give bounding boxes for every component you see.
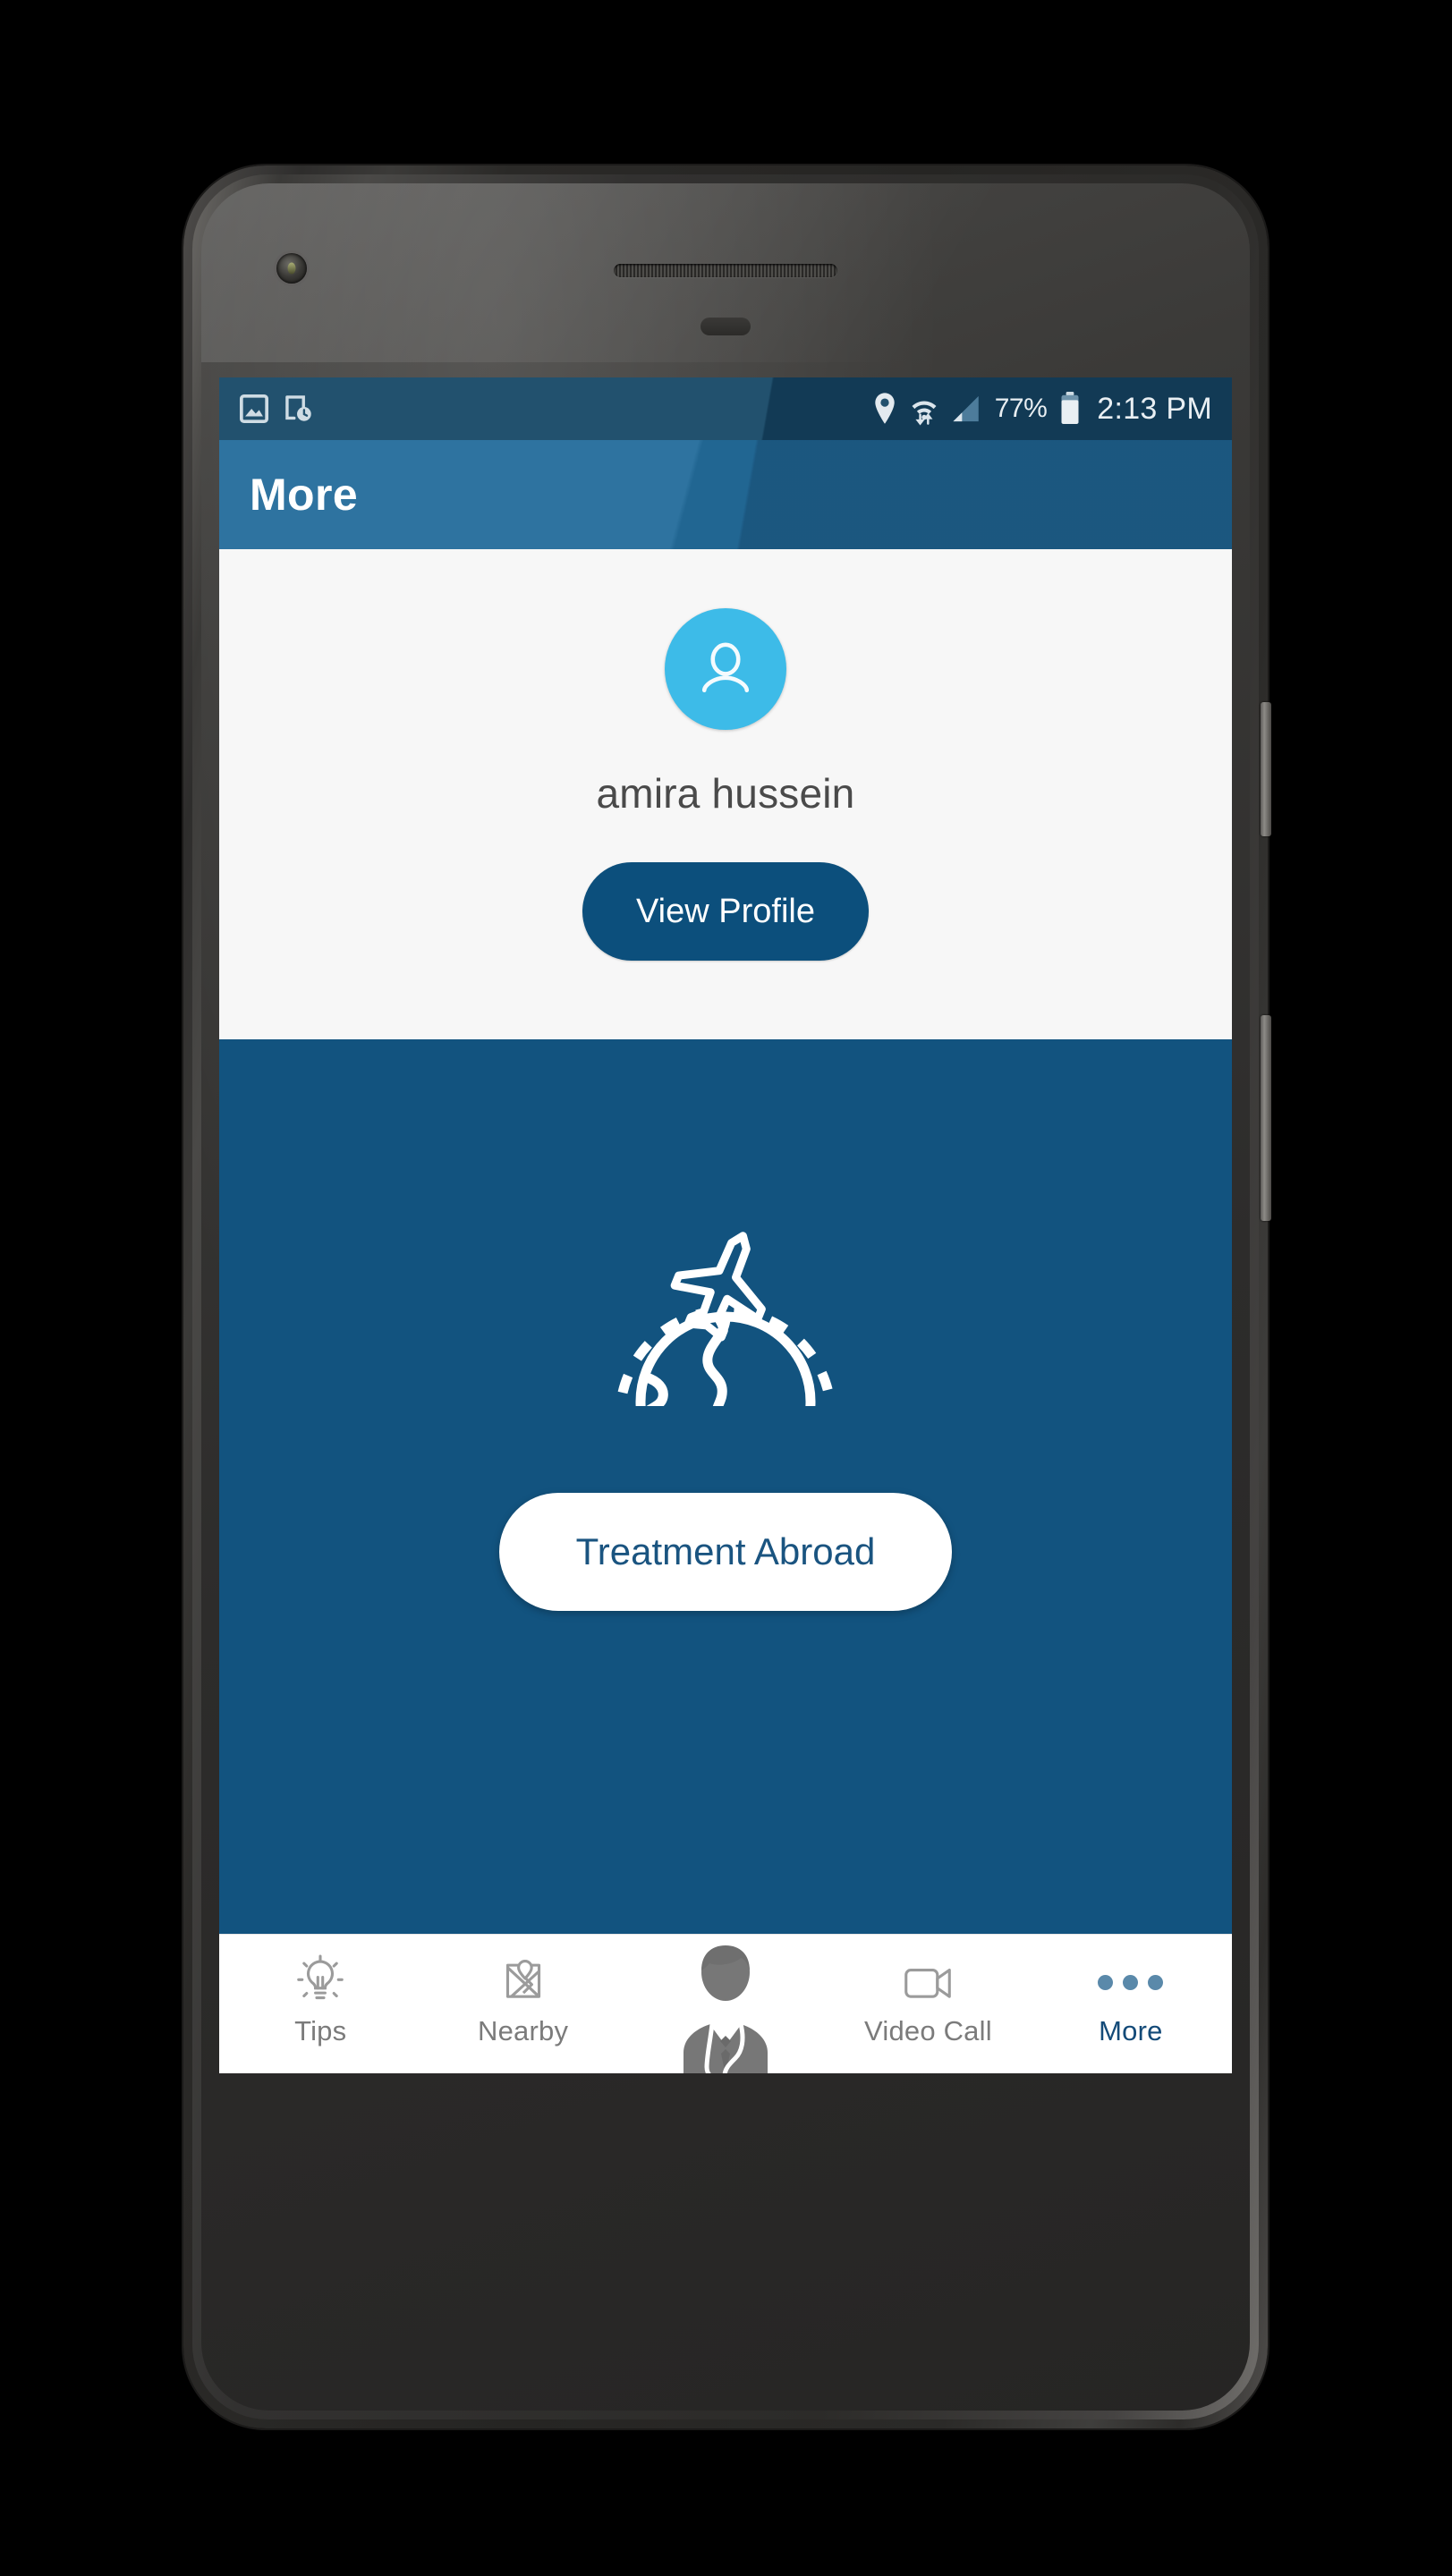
clock-label: 2:13 PM	[1097, 391, 1212, 426]
lightbulb-icon	[294, 1954, 346, 2010]
three-dots-icon	[1098, 1954, 1164, 2010]
doctor-icon	[667, 1938, 784, 2073]
image-icon	[239, 394, 269, 424]
nav-item-video-call[interactable]: Video Call	[827, 1935, 1029, 2073]
battery-icon	[1061, 392, 1079, 424]
treatment-abroad-button[interactable]: Treatment Abroad	[499, 1493, 952, 1611]
cellular-signal-icon	[953, 395, 979, 422]
battery-percent-label: 77%	[994, 394, 1048, 423]
profile-name: amira hussein	[596, 770, 855, 817]
nav-label-more: More	[1099, 2015, 1163, 2046]
map-pin-icon	[497, 1954, 549, 2010]
dot-2	[1123, 1974, 1139, 1990]
app-bar: More	[219, 440, 1232, 549]
phone-screen: 77% 2:13 PM More amira hussein View Prof…	[219, 377, 1232, 2073]
nav-label-nearby: Nearby	[478, 2015, 569, 2046]
dot-3	[1148, 1974, 1164, 1990]
person-avatar-icon	[701, 642, 750, 693]
status-bar-right-icons: 77% 2:13 PM	[873, 392, 1212, 427]
avatar[interactable]	[665, 608, 786, 730]
view-profile-button[interactable]: View Profile	[582, 862, 869, 961]
proximity-sensor	[701, 318, 751, 335]
status-bar: 77% 2:13 PM	[219, 377, 1232, 440]
nav-item-nearby[interactable]: Nearby	[421, 1935, 624, 2073]
nav-item-tips[interactable]: Tips	[219, 1935, 421, 2073]
wifi-icon	[912, 401, 937, 426]
front-camera-icon	[276, 253, 307, 284]
device-clock-icon	[285, 395, 311, 421]
airplane-over-globe-icon	[591, 1209, 860, 1437]
bottom-navigation-bar: Tips Nearby Video Call More	[219, 1934, 1232, 2073]
earpiece-speaker	[614, 264, 837, 277]
profile-card: amira hussein View Profile	[219, 549, 1232, 1039]
nav-item-more[interactable]: More	[1030, 1935, 1232, 2073]
video-camera-icon	[900, 1954, 955, 2010]
screenshot-root: 77% 2:13 PM More amira hussein View Prof…	[0, 0, 1452, 2576]
power-button[interactable]	[1261, 702, 1271, 836]
nav-label-video-call: Video Call	[864, 2015, 992, 2046]
status-bar-left-icons	[239, 392, 314, 426]
location-pin-icon	[875, 393, 895, 424]
page-title: More	[250, 470, 359, 520]
nav-item-doctor[interactable]	[624, 1935, 827, 2073]
treatment-abroad-panel: Treatment Abroad	[219, 1039, 1232, 1945]
nav-label-tips: Tips	[294, 2015, 347, 2046]
volume-button[interactable]	[1261, 1015, 1271, 1221]
dot-1	[1098, 1974, 1114, 1990]
